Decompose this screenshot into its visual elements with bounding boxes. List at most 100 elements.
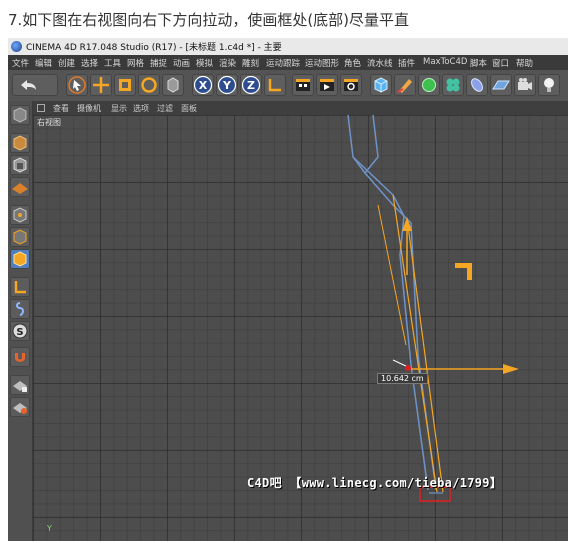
menu-item-script[interactable]: 脚本 <box>470 57 487 69</box>
menu-bar: 文件 编辑 创建 选择 工具 网格 捕捉 动画 模拟 渲染 雕刻 运动跟踪 运动… <box>8 55 568 70</box>
y-axis-icon: Y <box>222 79 232 92</box>
spline-orange-edge-1 <box>392 194 438 493</box>
c4d-logo-icon <box>11 41 22 52</box>
cloner-button[interactable] <box>442 74 464 96</box>
camera-icon <box>518 82 528 90</box>
planar-workplane-button[interactable] <box>10 397 30 417</box>
light-icon <box>544 78 554 88</box>
y-axis-lock-button[interactable]: Y <box>216 74 238 96</box>
menu-item-mesh[interactable]: 网格 <box>127 57 144 69</box>
move-tool-button[interactable] <box>90 74 112 96</box>
polygons-mode-icon <box>13 251 27 267</box>
menu-item-snap[interactable]: 捕捉 <box>150 57 167 69</box>
cloner-icon <box>446 78 454 86</box>
floor-button[interactable] <box>490 74 512 96</box>
floor-icon <box>492 80 510 90</box>
x-axis-arrow-head <box>503 364 519 374</box>
menu-item-plugins[interactable]: 插件 <box>398 57 415 69</box>
tutorial-caption: 7.如下图在右视图向右下方向拉动，使画框处(底部)尽量平直 <box>8 11 410 29</box>
deformer-icon <box>471 78 483 92</box>
model-mode-icon <box>13 135 27 151</box>
viewport-menu-camera[interactable]: 摄像机 <box>77 103 101 114</box>
render-settings-button[interactable] <box>340 74 362 96</box>
render-view-button[interactable] <box>292 74 314 96</box>
model-mode-button[interactable] <box>10 133 30 153</box>
main-toolbar: X Y Z <box>8 70 568 102</box>
menu-item-render[interactable]: 渲染 <box>219 57 236 69</box>
tweak-mode-icon <box>16 302 24 316</box>
spline-outline <box>347 115 379 175</box>
workplane-mode-button[interactable] <box>10 177 30 197</box>
spline-orange-edge-2 <box>406 217 444 493</box>
viewport-menu-display[interactable]: 显示 <box>111 103 127 114</box>
move-icon <box>93 77 109 93</box>
viewport-menu-options[interactable]: 选项 <box>133 103 149 114</box>
menu-item-motion-tracking[interactable]: 运动跟踪 <box>266 57 300 69</box>
edges-mode-button[interactable] <box>10 227 30 247</box>
c4d-window: CINEMA 4D R17.048 Studio (R17) - [未标题 1.… <box>8 38 568 541</box>
menu-item-sculpt[interactable]: 雕刻 <box>242 57 259 69</box>
viewport-menu-panel[interactable]: 面板 <box>181 103 197 114</box>
lock-workplane-button[interactable] <box>10 375 30 395</box>
undo-button[interactable] <box>12 74 58 96</box>
object-mode-icon <box>167 77 179 93</box>
menu-item-edit[interactable]: 编辑 <box>35 57 52 69</box>
z-axis-lock-button[interactable]: Z <box>240 74 262 96</box>
undo-icon <box>21 80 36 90</box>
menu-item-simulate[interactable]: 模拟 <box>196 57 213 69</box>
menu-item-help[interactable]: 帮助 <box>516 57 533 69</box>
coordinate-system-icon <box>268 79 281 92</box>
edges-mode-icon <box>13 229 27 245</box>
deformer-button[interactable] <box>466 74 488 96</box>
subdivision-icon <box>422 78 436 92</box>
live-selection-button[interactable] <box>66 74 88 96</box>
plane-handle <box>455 263 472 280</box>
polygons-mode-button[interactable] <box>10 249 30 269</box>
texture-mode-button[interactable] <box>10 155 30 175</box>
drag-point-marker <box>405 365 411 371</box>
menu-item-pipeline[interactable]: 流水线 <box>367 57 393 69</box>
menu-item-file[interactable]: 文件 <box>12 57 29 69</box>
x-axis-icon: X <box>199 79 208 92</box>
viewport-menu-filter[interactable]: 过滤 <box>157 103 173 114</box>
snap-icon: S <box>16 327 23 338</box>
menu-item-tools[interactable]: 工具 <box>104 57 121 69</box>
cube-primitive-button[interactable] <box>370 74 392 96</box>
snap-toggle-button[interactable]: S <box>10 321 30 341</box>
workplane-icon <box>12 183 28 194</box>
menu-item-animate[interactable]: 动画 <box>173 57 190 69</box>
rotate-icon <box>141 77 157 93</box>
menu-item-mograph[interactable]: 运动图形 <box>305 57 339 69</box>
viewport-toggle-icon[interactable] <box>37 104 45 112</box>
viewport-menu-view[interactable]: 查看 <box>53 103 69 114</box>
select-arrow-icon <box>73 80 81 91</box>
light-button[interactable] <box>538 74 560 96</box>
picture-viewer-button[interactable] <box>316 74 338 96</box>
points-mode-button[interactable] <box>10 205 30 225</box>
make-editable-button[interactable] <box>10 105 30 125</box>
menu-item-create[interactable]: 创建 <box>58 57 75 69</box>
menu-item-select[interactable]: 选择 <box>81 57 98 69</box>
x-axis-lock-button[interactable]: X <box>192 74 214 96</box>
menu-item-maxtoc4d[interactable]: MaxToC4D <box>423 57 467 67</box>
subdivision-surface-button[interactable] <box>418 74 440 96</box>
rotate-tool-button[interactable] <box>138 74 160 96</box>
tweak-mode-button[interactable] <box>10 299 30 319</box>
magnet-tool-button[interactable] <box>10 347 30 367</box>
window-title: CINEMA 4D R17.048 Studio (R17) - [未标题 1.… <box>26 43 282 53</box>
scale-tool-button[interactable] <box>114 74 136 96</box>
coordinate-system-button[interactable] <box>264 74 286 96</box>
camera-button[interactable] <box>514 74 536 96</box>
pen-tool-button[interactable] <box>394 74 416 96</box>
title-bar: CINEMA 4D R17.048 Studio (R17) - [未标题 1.… <box>8 38 568 55</box>
axis-mode-button[interactable] <box>10 277 30 297</box>
menu-item-window[interactable]: 窗口 <box>492 57 509 69</box>
axis-mode-icon <box>14 281 26 294</box>
z-axis-icon: Z <box>247 79 255 92</box>
object-mode-button[interactable] <box>162 74 184 96</box>
menu-item-character[interactable]: 角色 <box>344 57 361 69</box>
viewport-menu-bar: 查看 摄像机 显示 选项 过滤 面板 <box>33 101 568 115</box>
measurement-readout: 10.642 cm <box>377 373 428 384</box>
spline-right-edge <box>364 172 437 491</box>
make-editable-icon <box>13 107 27 123</box>
